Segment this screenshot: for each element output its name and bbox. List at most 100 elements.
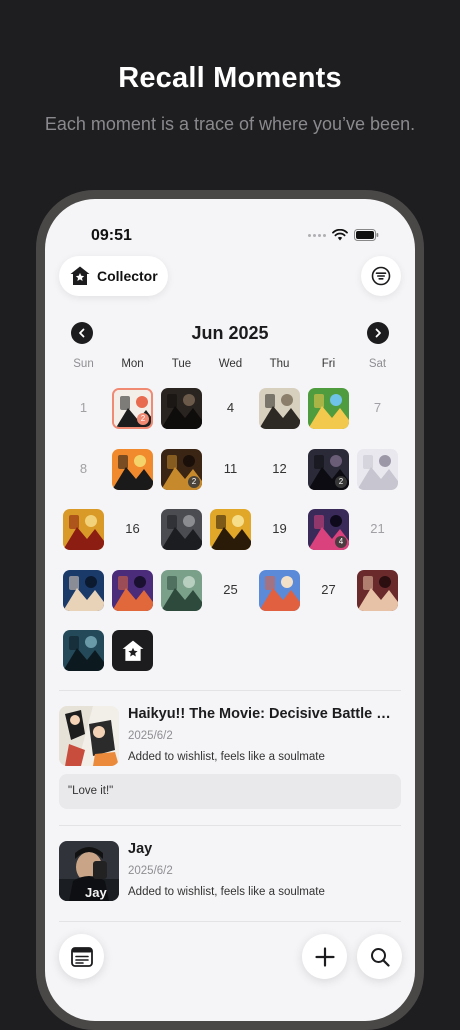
entry-title: Jay (128, 841, 153, 857)
day-number: 16 (125, 521, 140, 536)
entry-thumbnail-caption: Jay (85, 885, 107, 900)
calendar-day[interactable]: 11 (206, 447, 255, 508)
day-thumbnail (357, 569, 398, 611)
calendar-day[interactable]: 7 (353, 386, 402, 447)
calendar-day[interactable]: 19 (255, 507, 304, 568)
day-thumbnail (161, 569, 202, 611)
weekday-label: Sat (368, 358, 387, 370)
day-thumbnail (259, 388, 300, 429)
moment-entry[interactable]: Jay Jay 2025/6/2 Added to wishlist, feel… (59, 841, 401, 905)
divider (59, 921, 401, 922)
calendar-day[interactable] (206, 507, 255, 568)
count-badge: 4 (335, 536, 347, 548)
entry-thumbnail (59, 706, 119, 766)
day-number: 19 (272, 521, 287, 536)
app-screen: 09:51 Collector Jun 2025 Sun Mon Tue Wed… (45, 199, 415, 1021)
entry-quote: "Love it!" (59, 774, 401, 809)
calendar-day[interactable] (59, 507, 108, 568)
day-number: 27 (321, 581, 336, 597)
calendar-day[interactable] (353, 447, 402, 508)
entry-note: Added to wishlist, feels like a soulmate (128, 751, 325, 763)
add-button[interactable] (302, 934, 347, 979)
search-icon (370, 947, 390, 967)
count-badge: 2 (188, 475, 200, 488)
calendar-day[interactable]: 12 (255, 447, 304, 508)
calendar-day[interactable]: 25 (206, 568, 255, 629)
calendar-day[interactable]: 16 (108, 507, 157, 568)
calendar-grid: 1 2 4 7 8 2 11 12 2 16 19 4 21 25 27 (59, 386, 402, 689)
day-thumbnail (112, 448, 153, 490)
month-title: Jun 2025 (191, 322, 269, 343)
calendar-day[interactable]: 2 (304, 447, 353, 508)
calendar-day[interactable]: 8 (59, 447, 108, 508)
calendar-day[interactable] (59, 568, 108, 629)
prev-month-button[interactable] (71, 322, 93, 344)
calendar-day[interactable] (255, 386, 304, 447)
calendar-day[interactable] (59, 628, 108, 689)
month-navigation: Jun 2025 (71, 320, 389, 346)
calendar-day[interactable]: 4 (304, 507, 353, 568)
entry-thumbnail: Jay (59, 841, 119, 901)
chevron-right-icon (375, 328, 381, 338)
calendar-day[interactable]: 21 (353, 507, 402, 568)
weekday-label: Tue (171, 358, 192, 370)
calendar-day[interactable] (157, 507, 206, 568)
weekday-label: Wed (218, 358, 243, 370)
calendar-day[interactable] (108, 568, 157, 629)
phone-frame: 09:51 Collector Jun 2025 Sun Mon Tue Wed… (36, 190, 424, 1030)
filter-button[interactable] (361, 256, 401, 296)
status-icons (308, 229, 379, 241)
chevron-left-icon (79, 328, 85, 338)
calendar-day[interactable] (108, 447, 157, 508)
day-thumbnail (161, 509, 202, 550)
calendar-day[interactable] (353, 568, 402, 629)
collector-label: Collector (97, 268, 158, 284)
day-thumbnail (63, 509, 104, 550)
calendar-day[interactable]: 1 (59, 386, 108, 447)
calendar-day[interactable] (157, 386, 206, 447)
weekday-label: Fri (321, 358, 336, 370)
divider (59, 690, 401, 691)
count-badge: 2 (335, 475, 347, 488)
calendar-day[interactable] (304, 386, 353, 447)
status-time: 09:51 (91, 227, 132, 244)
weekday-label: Sun (73, 358, 94, 370)
next-month-button[interactable] (366, 322, 389, 344)
collector-button[interactable]: Collector (59, 256, 168, 296)
day-number: 25 (223, 581, 238, 597)
day-number: 21 (370, 521, 385, 536)
entry-title: Haikyu!! The Movie: Decisive Battle at..… (128, 706, 398, 722)
day-thumbnail (63, 630, 104, 671)
plus-icon (314, 946, 335, 967)
divider (59, 825, 401, 826)
hero-subtitle: Each moment is a trace of where you’ve b… (44, 114, 416, 134)
signal-dots-icon (308, 233, 326, 237)
calendar-day[interactable] (108, 628, 157, 689)
calendar-day[interactable]: 2 (157, 447, 206, 508)
list-view-button[interactable] (59, 934, 104, 979)
day-thumbnail: 2 (112, 388, 153, 429)
wifi-icon (332, 229, 348, 241)
day-thumbnail (161, 388, 202, 429)
search-button[interactable] (357, 934, 402, 979)
star-house-icon (70, 266, 90, 285)
count-badge: 2 (137, 413, 149, 425)
calendar-day[interactable]: 4 (206, 386, 255, 447)
day-number: 8 (79, 460, 88, 476)
entry-date: 2025/6/2 (128, 865, 173, 877)
entry-date: 2025/6/2 (128, 730, 173, 742)
calendar-day[interactable]: 2 (108, 386, 157, 447)
day-number: 4 (226, 400, 235, 415)
list-card-icon (70, 946, 93, 967)
day-number: 11 (223, 460, 238, 476)
day-thumbnail: 4 (308, 509, 349, 550)
day-thumbnail (259, 569, 300, 611)
calendar-day[interactable] (255, 568, 304, 629)
weekday-label: Mon (121, 358, 144, 370)
day-thumbnail (308, 388, 349, 429)
day-number: 1 (79, 400, 88, 415)
moment-entry[interactable]: Haikyu!! The Movie: Decisive Battle at..… (59, 706, 401, 770)
weekday-header: Sun Mon Tue Wed Thu Fri Sat (59, 358, 402, 370)
calendar-day[interactable]: 27 (304, 568, 353, 629)
calendar-day[interactable] (157, 568, 206, 629)
